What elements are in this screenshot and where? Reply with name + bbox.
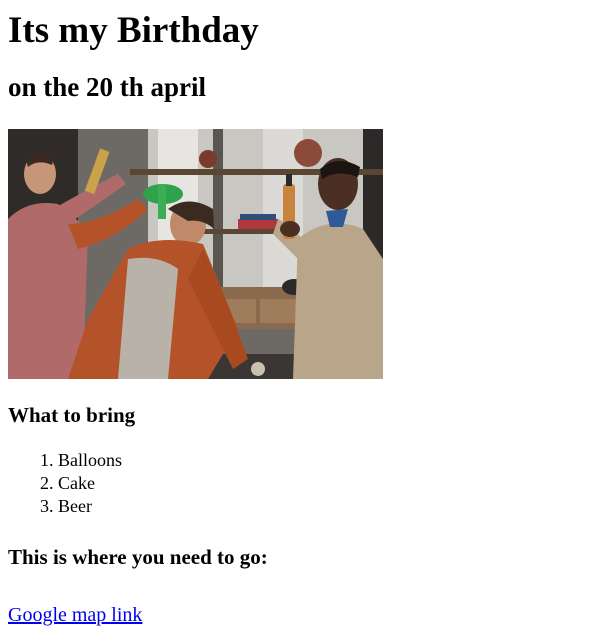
google-map-link[interactable]: Google map link <box>8 603 142 627</box>
list-item: Cake <box>58 472 602 495</box>
directions-heading: This is where you need to go: <box>8 545 268 569</box>
list-item: Beer <box>58 495 602 518</box>
page-content: Its my Birthday on the 20 th april What … <box>0 0 610 627</box>
bring-list: Balloons Cake Beer <box>8 449 602 518</box>
page-title: Its my Birthday <box>8 10 259 51</box>
party-photo <box>8 129 383 379</box>
page-subtitle: on the 20 th april <box>8 72 207 102</box>
bring-heading: What to bring <box>8 403 136 427</box>
list-item: Balloons <box>58 449 602 472</box>
party-photo-illustration <box>8 129 383 379</box>
